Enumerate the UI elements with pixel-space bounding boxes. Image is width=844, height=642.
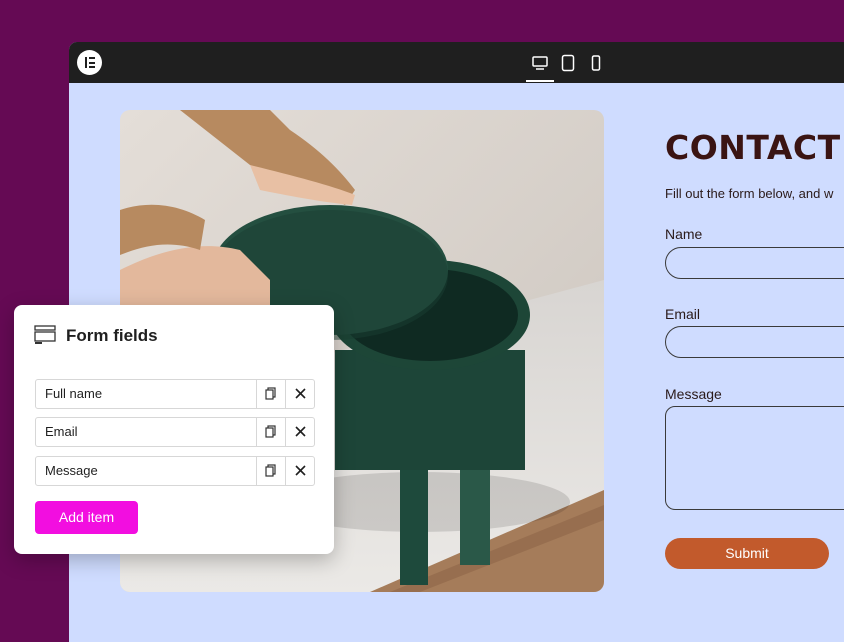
message-label: Message — [665, 386, 722, 402]
contact-heading: CONTACT U — [665, 128, 844, 167]
duplicate-icon[interactable] — [256, 380, 285, 408]
tablet-view-icon[interactable] — [559, 54, 577, 72]
desktop-view-icon[interactable] — [531, 54, 549, 72]
mobile-view-icon[interactable] — [587, 54, 605, 72]
remove-icon[interactable] — [285, 418, 315, 446]
form-icon — [34, 325, 56, 345]
active-device-indicator — [526, 80, 554, 82]
form-item-email[interactable]: Email — [35, 417, 315, 447]
panel-title: Form fields — [66, 326, 158, 345]
elementor-logo-icon[interactable] — [77, 50, 102, 75]
form-item-full-name[interactable]: Full name — [35, 379, 315, 409]
name-input[interactable] — [665, 247, 844, 279]
form-item-label: Message — [45, 463, 98, 478]
add-item-button[interactable]: Add item — [35, 501, 138, 534]
contact-subtitle: Fill out the form below, and w — [665, 186, 834, 201]
submit-button[interactable]: Submit — [665, 538, 829, 569]
name-label: Name — [665, 226, 703, 242]
form-item-label: Full name — [45, 386, 103, 401]
form-item-label: Email — [45, 424, 78, 439]
form-fields-panel: Form fields Full name Email Message Add … — [14, 305, 334, 554]
remove-icon[interactable] — [285, 457, 315, 485]
remove-icon[interactable] — [285, 380, 315, 408]
message-textarea[interactable] — [665, 406, 844, 510]
editor-topbar — [69, 42, 844, 83]
email-input[interactable] — [665, 326, 844, 358]
duplicate-icon[interactable] — [256, 457, 285, 485]
duplicate-icon[interactable] — [256, 418, 285, 446]
form-item-message[interactable]: Message — [35, 456, 315, 486]
email-label: Email — [665, 306, 701, 322]
